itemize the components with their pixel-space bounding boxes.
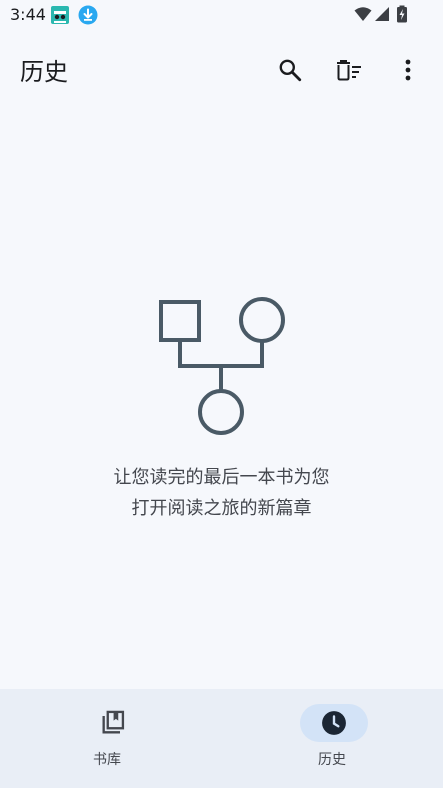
delete-sweep-icon — [337, 60, 361, 81]
app-bar: 历史 — [0, 40, 443, 98]
library-icon — [102, 710, 125, 734]
nav-item-history[interactable]: 历史 — [221, 689, 443, 788]
empty-state-line-2: 打开阅读之旅的新篇章 — [131, 498, 312, 519]
bottom-navigation: 书库 历史 — [0, 689, 443, 788]
search-button[interactable] — [272, 52, 308, 88]
nav-history-indicator — [300, 704, 368, 742]
page-title: 历史 — [20, 58, 68, 86]
sitemap-icon — [152, 292, 292, 442]
history-clock-icon — [322, 711, 346, 735]
empty-state-message: 让您读完的最后一本书为您 打开阅读之旅的新篇章 — [0, 462, 443, 524]
battery-icon — [396, 5, 408, 27]
nav-library-indicator — [79, 704, 147, 742]
status-time: 3:44 — [10, 5, 46, 24]
wifi-icon — [354, 6, 372, 26]
download-icon — [78, 5, 98, 25]
search-icon — [279, 59, 302, 82]
more-options-button[interactable] — [390, 52, 426, 88]
delete-history-button[interactable] — [331, 52, 367, 88]
empty-state-line-1: 让您读完的最后一本书为您 — [113, 467, 330, 488]
more-vert-icon — [405, 59, 411, 81]
nav-item-library[interactable]: 书库 — [0, 689, 222, 788]
nav-label-library: 书库 — [93, 752, 121, 768]
status-bar: 3:44 — [0, 0, 443, 30]
app-notification-icon — [50, 5, 70, 25]
nav-label-history: 历史 — [318, 752, 346, 768]
signal-icon — [374, 6, 390, 26]
